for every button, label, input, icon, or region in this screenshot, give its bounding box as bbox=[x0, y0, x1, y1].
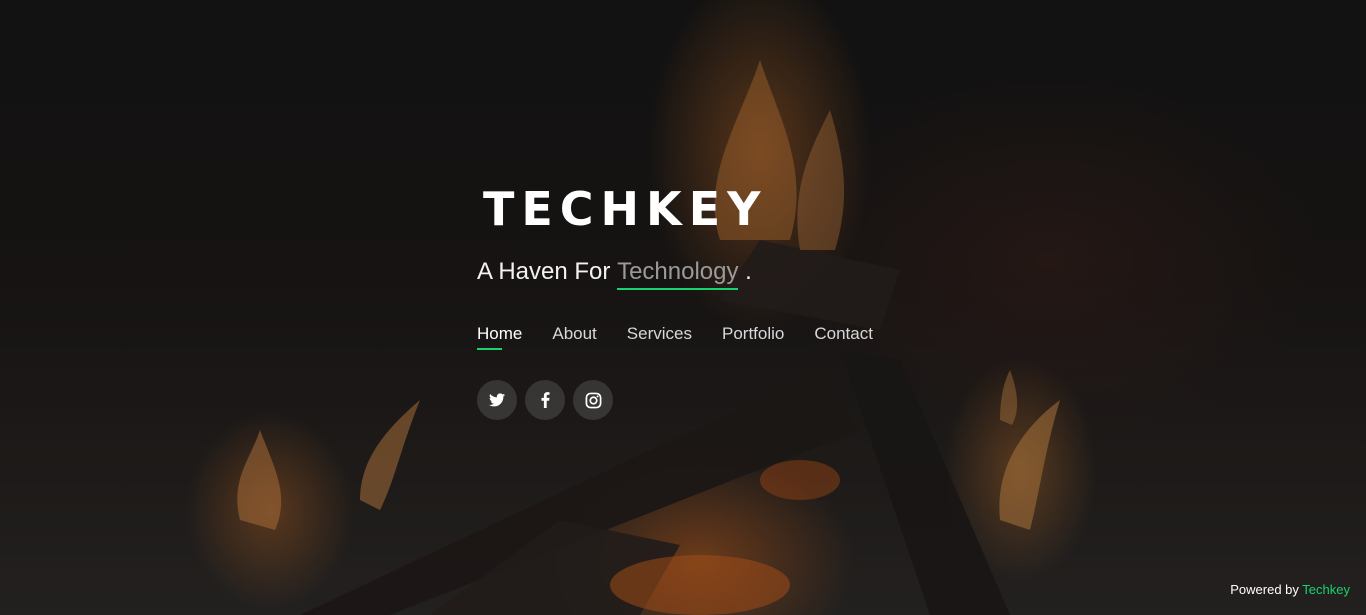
facebook-icon bbox=[541, 392, 549, 408]
tagline: A Haven For Technology . bbox=[477, 256, 997, 290]
nav-item-home[interactable]: Home bbox=[477, 324, 522, 350]
instagram-icon bbox=[585, 392, 601, 408]
main-nav: Home About Services Portfolio Contact bbox=[477, 324, 997, 350]
powered-by-text: Powered by bbox=[1230, 582, 1303, 597]
hero-content: TECHKEY A Haven For Technology . Home Ab… bbox=[477, 180, 997, 420]
social-links bbox=[477, 380, 997, 420]
nav-item-contact[interactable]: Contact bbox=[814, 324, 873, 350]
hero-section: TECHKEY A Haven For Technology . Home Ab… bbox=[0, 0, 1366, 615]
nav-item-portfolio[interactable]: Portfolio bbox=[722, 324, 784, 350]
facebook-button[interactable] bbox=[525, 380, 565, 420]
instagram-button[interactable] bbox=[573, 380, 613, 420]
nav-item-about[interactable]: About bbox=[552, 324, 596, 350]
nav-item-services[interactable]: Services bbox=[627, 324, 692, 350]
twitter-icon bbox=[489, 393, 505, 407]
footer-credits: Powered by Techkey bbox=[1230, 582, 1350, 597]
brand-title: TECHKEY bbox=[483, 182, 768, 236]
twitter-button[interactable] bbox=[477, 380, 517, 420]
tagline-suffix: . bbox=[738, 258, 752, 285]
tagline-typed-word: Technology bbox=[617, 256, 739, 290]
tagline-prefix: A Haven For bbox=[477, 258, 618, 285]
credit-link[interactable]: Techkey bbox=[1302, 582, 1350, 597]
